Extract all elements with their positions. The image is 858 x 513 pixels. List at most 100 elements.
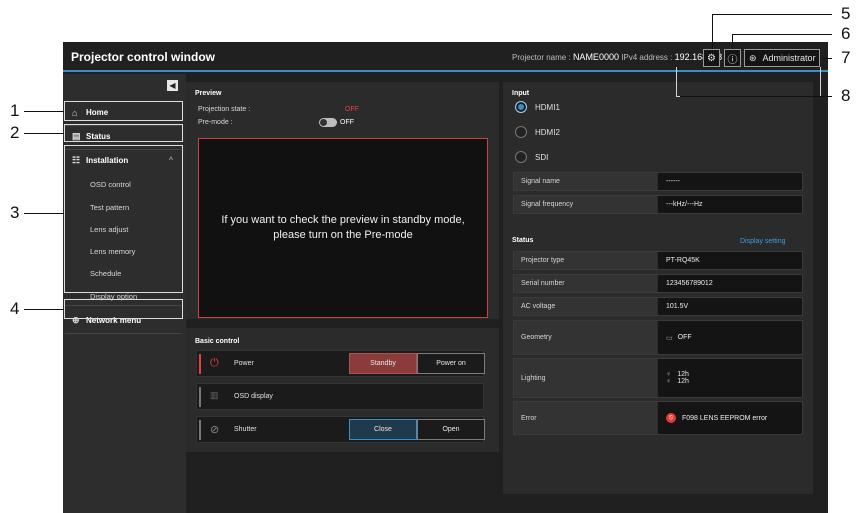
error-label: Error [514, 402, 657, 434]
shutter-close-button[interactable]: Close [349, 419, 417, 440]
projector-type-row: Projector type PT-RQ45K [513, 251, 803, 270]
error-value-cell: ⦸ F098 LENS EEPROM error [658, 402, 802, 434]
premode-label: Pre-mode : [198, 119, 233, 126]
shutter-row: ⊘ Shutter Close Open [196, 416, 485, 443]
premode-toggle[interactable] [319, 118, 337, 127]
highlight-status [64, 124, 183, 142]
power-indicator [199, 354, 201, 374]
chevron-left-icon: ◀ [169, 81, 176, 90]
serial-number-row: Serial number 123456789012 [513, 274, 803, 293]
ac-voltage-value: 101.5V [658, 298, 802, 315]
preview-area: If you want to check the preview in stan… [198, 138, 488, 318]
signal-name-row: Signal name ------ [513, 172, 803, 191]
basic-control-title: Basic control [195, 338, 240, 345]
signal-frequency-value: ---kHz/---Hz [658, 196, 802, 213]
input-sdi-label: SDI [535, 153, 549, 162]
projection-state-label: Projection state : [198, 106, 251, 113]
signal-frequency-label: Signal frequency [514, 196, 657, 213]
basic-control-panel: Basic control ⏻ Power Standby Power on ▥… [186, 328, 499, 452]
ac-voltage-row: AC voltage 101.5V [513, 297, 803, 316]
shutter-icon: ⊘ [210, 424, 220, 436]
status-title: Status [512, 237, 534, 244]
lighting-values: ♀ 12h ♀ 12h [658, 359, 802, 397]
info-icon: ⓘ [727, 54, 738, 66]
callout-line-5v [712, 14, 713, 49]
preview-message: If you want to check the preview in stan… [221, 214, 465, 241]
projector-name-label: Projector name : [512, 53, 571, 62]
input-hdmi1-label: HDMI1 [535, 103, 560, 112]
error-icon: ⦸ [666, 413, 676, 423]
callout-number-8: 8 [841, 86, 851, 105]
serial-number-value: 123456789012 [658, 275, 802, 292]
osd-icon: ▥ [210, 390, 219, 400]
projector-info: Projector name : NAME0000 IPv4 address :… [512, 52, 722, 62]
input-title: Input [512, 90, 530, 97]
user-name: Administrator [762, 53, 816, 63]
user-button[interactable]: ⊛ Administrator [744, 49, 820, 67]
highlight-network [64, 299, 183, 319]
projection-state-value: OFF [345, 106, 359, 113]
user-icon: ⊛ [749, 52, 757, 63]
callout-line-4 [24, 309, 64, 310]
callout-number-3: 3 [10, 203, 20, 222]
display-setting-link[interactable]: Display setting [740, 238, 786, 245]
geometry-value-cell: ▭ OFF [658, 321, 802, 354]
callout-line-8 [680, 96, 832, 97]
gear-icon: ⚙ [707, 52, 716, 64]
callout-line-6 [732, 34, 832, 35]
highlight-home [64, 101, 183, 121]
divider [65, 333, 181, 334]
power-on-button[interactable]: Power on [417, 353, 485, 374]
highlight-ipv4 [676, 67, 821, 97]
geometry-row: Geometry ▭ OFF [513, 320, 803, 355]
callout-line-2 [24, 133, 64, 134]
error-value: F098 LENS EEPROM error [682, 414, 768, 422]
input-hdmi1-radio[interactable] [515, 101, 527, 113]
callout-line-6v [732, 34, 733, 49]
callout-number-5: 5 [841, 4, 851, 23]
projector-name: NAME0000 [572, 52, 619, 62]
osd-indicator [199, 387, 201, 407]
signal-frequency-row: Signal frequency ---kHz/---Hz [513, 195, 803, 214]
geometry-label: Geometry [514, 321, 657, 354]
callout-number-7: 7 [841, 48, 851, 67]
shutter-indicator [199, 420, 201, 440]
shutter-label: Shutter [234, 426, 257, 433]
callout-line-1 [24, 111, 64, 112]
collapse-sidebar-button[interactable]: ◀ [167, 80, 178, 91]
preview-title: Preview [195, 90, 222, 97]
power-label: Power [234, 360, 254, 367]
serial-number-label: Serial number [514, 275, 657, 292]
standby-button[interactable]: Standby [349, 353, 417, 374]
lighting-row: Lighting ♀ 12h ♀ 12h [513, 358, 803, 398]
power-row: ⏻ Power Standby Power on [196, 350, 485, 377]
ipv4-label: IPv4 address : [621, 53, 673, 62]
geometry-value: OFF [677, 334, 692, 341]
input-sdi-radio[interactable] [515, 151, 527, 163]
callout-number-1: 1 [10, 101, 20, 120]
input-hdmi2-radio[interactable] [515, 126, 527, 138]
status-panel: Status Display setting Projector type PT… [503, 224, 813, 494]
projector-type-label: Projector type [514, 252, 657, 269]
callout-line-7 [822, 58, 832, 59]
info-button[interactable]: ⓘ [724, 49, 741, 67]
light-bulb-icon: ♀ [666, 378, 672, 385]
premode-value: OFF [340, 119, 354, 126]
callout-number-2: 2 [10, 123, 20, 142]
lighting-hours-2: 12h [677, 378, 689, 385]
shutter-open-button[interactable]: Open [417, 419, 485, 440]
projector-type-value: PT-RQ45K [658, 252, 802, 269]
callout-line-3 [24, 213, 64, 214]
light-bulb-icon: ♀ [666, 371, 672, 378]
ac-voltage-label: AC voltage [514, 298, 657, 315]
app-title: Projector control window [71, 50, 216, 64]
osd-display-row: ▥ OSD display [196, 383, 484, 410]
lighting-label: Lighting [514, 359, 657, 397]
signal-name-value: ------ [658, 173, 802, 190]
settings-button[interactable]: ⚙ [703, 49, 720, 67]
callout-number-4: 4 [10, 299, 20, 318]
power-icon: ⏻ [210, 357, 219, 369]
osd-label: OSD display [234, 393, 273, 400]
preview-panel: Preview Projection state : OFF Pre-mode … [186, 82, 499, 319]
input-hdmi2-label: HDMI2 [535, 128, 560, 137]
